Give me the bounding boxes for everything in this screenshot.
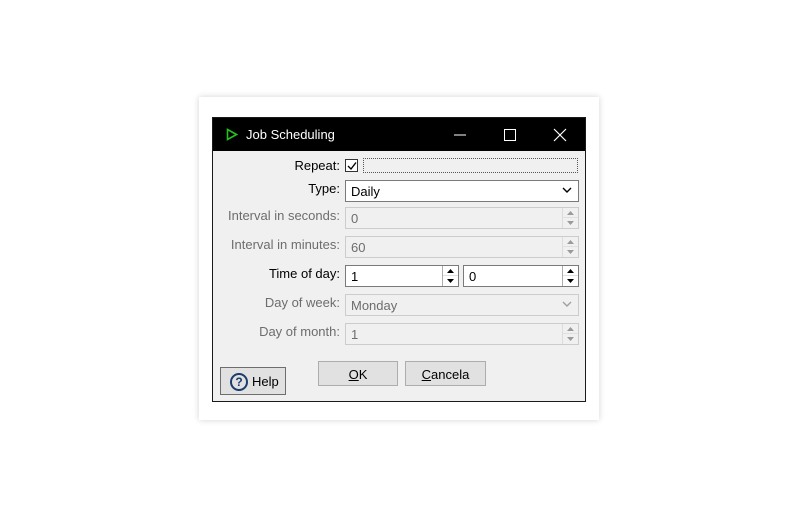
type-value: Daily <box>351 184 380 199</box>
arrow-down-icon <box>567 250 574 254</box>
arrow-up-icon <box>567 211 574 215</box>
day-of-week-value: Monday <box>351 298 398 313</box>
interval-seconds-label: Interval in seconds: <box>227 208 340 223</box>
day-of-month-spinner[interactable]: 1 <box>345 323 579 345</box>
day-of-week-label: Day of week: <box>264 295 340 310</box>
checkmark-icon <box>347 162 357 171</box>
day-of-month-value: 1 <box>351 327 359 342</box>
chevron-down-icon <box>562 187 572 193</box>
arrow-up-icon <box>447 269 454 273</box>
maximize-button[interactable] <box>485 118 535 151</box>
day-of-week-dropdown[interactable]: Monday <box>345 294 579 316</box>
chevron-down-icon <box>562 301 572 307</box>
ok-button[interactable]: OK <box>318 361 398 386</box>
close-icon <box>553 128 567 142</box>
job-scheduling-dialog: Job Scheduling Repeat: Type: Daily Inter… <box>212 117 586 402</box>
day-of-month-down-button[interactable] <box>563 334 578 344</box>
minute-down-button[interactable] <box>563 276 578 286</box>
interval-minutes-up-button[interactable] <box>563 237 578 247</box>
arrow-down-icon <box>447 279 454 283</box>
day-of-month-up-button[interactable] <box>563 324 578 334</box>
minimize-button[interactable] <box>435 118 485 151</box>
window-title: Job Scheduling <box>246 127 335 142</box>
day-of-month-label: Day of month: <box>259 324 340 339</box>
arrow-down-icon <box>567 221 574 225</box>
interval-seconds-down-button[interactable] <box>563 218 578 228</box>
arrow-up-icon <box>567 327 574 331</box>
minute-up-button[interactable] <box>563 266 578 276</box>
repeat-label: Repeat: <box>294 158 340 173</box>
ok-button-label: OK <box>348 367 368 382</box>
hour-up-button[interactable] <box>443 266 458 276</box>
type-dropdown[interactable]: Daily <box>345 180 579 202</box>
hour-value: 1 <box>351 269 359 284</box>
arrow-up-icon <box>567 269 574 273</box>
cancel-button-label: Cancela <box>421 367 470 382</box>
interval-seconds-spinner[interactable]: 0 <box>345 207 579 229</box>
question-circle-icon: ? <box>230 373 248 391</box>
arrow-up-icon <box>567 240 574 244</box>
repeat-checkbox[interactable] <box>345 159 358 172</box>
interval-minutes-label: Interval in minutes: <box>230 237 340 252</box>
interval-minutes-spinner[interactable]: 60 <box>345 236 579 258</box>
help-button-label: Help <box>252 374 279 389</box>
help-button[interactable]: ? Help <box>220 367 286 395</box>
hour-spinner[interactable]: 1 <box>345 265 459 287</box>
play-triangle-icon <box>226 128 238 141</box>
minimize-icon <box>454 134 466 136</box>
cancel-button[interactable]: Cancela <box>405 361 486 386</box>
focus-rectangle <box>363 158 578 173</box>
arrow-down-icon <box>567 279 574 283</box>
minute-spinner[interactable]: 0 <box>463 265 579 287</box>
title-bar[interactable]: Job Scheduling <box>213 118 585 151</box>
close-button[interactable] <box>535 118 585 151</box>
type-label: Type: <box>308 181 340 196</box>
interval-seconds-value: 0 <box>351 211 359 226</box>
hour-down-button[interactable] <box>443 276 458 286</box>
arrow-down-icon <box>567 337 574 341</box>
interval-seconds-up-button[interactable] <box>563 208 578 218</box>
time-of-day-label: Time of day: <box>268 266 340 281</box>
interval-minutes-value: 60 <box>351 240 366 255</box>
maximize-icon <box>504 129 516 141</box>
minute-value: 0 <box>469 269 477 284</box>
interval-minutes-down-button[interactable] <box>563 247 578 257</box>
